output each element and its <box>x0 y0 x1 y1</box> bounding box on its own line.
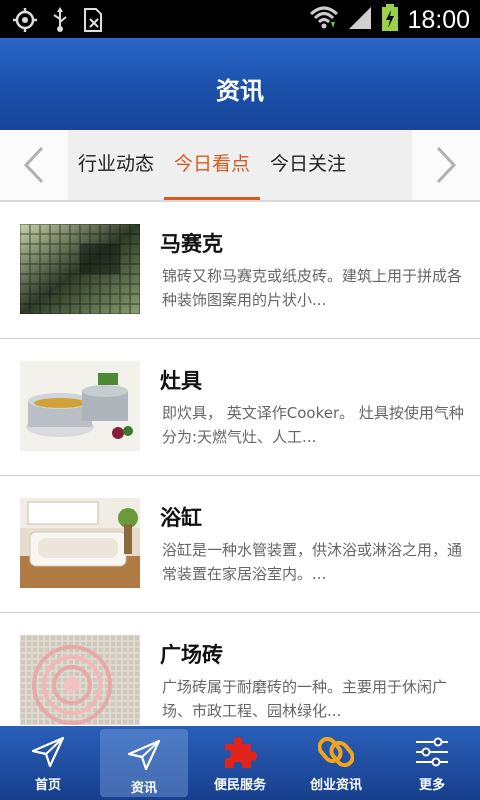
sliders-icon <box>416 737 448 767</box>
title-bar: 资讯 <box>0 38 480 130</box>
article-summary: 广场砖属于耐磨砖的一种。主要用于休闲广场、市政工程、园林绿化... <box>162 678 448 720</box>
puzzle-icon <box>225 737 257 768</box>
tab-strip: 行业动态 今日看点 今日关注 <box>68 130 412 200</box>
nav-label: 创业资讯 <box>309 778 362 793</box>
list-item[interactable]: 灶具 即炊具， 英文译作Cooker。 灶具按使用气种分为:天燃气灶、人工... <box>0 339 480 476</box>
article-summary: 锦砖又称马赛克或纸皮砖。建筑上用于拼成各种装饰图案用的片状小... <box>162 267 463 309</box>
plaza-tile-thumbnail <box>20 635 140 725</box>
mosaic-thumbnail <box>20 224 140 314</box>
signal-icon <box>347 5 373 35</box>
no-sim-icon <box>82 7 104 37</box>
tab-scroll-left-button[interactable] <box>0 130 68 200</box>
chevron-right-icon <box>436 146 457 184</box>
tab-scroll-right-button[interactable] <box>412 130 480 200</box>
category-tab-bar: 行业动态 今日看点 今日关注 <box>0 130 480 202</box>
nav-services[interactable]: 便民服务 <box>192 726 288 800</box>
nav-startup-news[interactable]: 创业资讯 <box>288 726 384 800</box>
article-title: 广场砖 <box>160 643 223 667</box>
article-title: 灶具 <box>160 369 202 393</box>
gps-icon <box>12 7 38 37</box>
battery-charging-icon <box>381 4 399 36</box>
paper-plane-icon <box>127 739 161 771</box>
tab-today-focus[interactable]: 今日关注 <box>260 130 356 200</box>
article-summary: 即炊具， 英文译作Cooker。 灶具按使用气种分为:天燃气灶、人工... <box>162 404 464 446</box>
tab-today-highlights[interactable]: 今日看点 <box>164 130 261 200</box>
chain-link-icon <box>318 736 354 768</box>
nav-label: 首页 <box>34 778 61 793</box>
nav-label: 资讯 <box>130 781 157 796</box>
nav-home[interactable]: 首页 <box>0 726 96 800</box>
chevron-left-icon <box>23 146 44 184</box>
nav-label: 便民服务 <box>213 778 266 793</box>
cookware-thumbnail <box>20 361 140 451</box>
list-item[interactable]: 马赛克 锦砖又称马赛克或纸皮砖。建筑上用于拼成各种装饰图案用的片状小... <box>0 202 480 339</box>
article-summary: 浴缸是一种水管装置，供沐浴或淋浴之用，通常装置在家居浴室内。... <box>162 541 463 583</box>
page-title: 资讯 <box>216 76 264 105</box>
tab-industry-news[interactable]: 行业动态 <box>68 130 164 200</box>
list-item[interactable]: 浴缸 浴缸是一种水管装置，供沐浴或淋浴之用，通常装置在家居浴室内。... <box>0 476 480 613</box>
status-bar: 18:00 <box>0 0 480 38</box>
bathtub-thumbnail <box>20 498 140 588</box>
bottom-navigation: 首页 资讯 便民服务 创业资讯 更多 <box>0 726 480 800</box>
article-title: 马赛克 <box>160 232 223 256</box>
nav-label: 更多 <box>418 778 445 793</box>
nav-more[interactable]: 更多 <box>384 726 480 800</box>
article-list: 马赛克 锦砖又称马赛克或纸皮砖。建筑上用于拼成各种装饰图案用的片状小... 灶具… <box>0 202 480 750</box>
wifi-icon <box>309 4 339 36</box>
nav-news[interactable]: 资讯 <box>100 729 188 797</box>
clock-time: 18:00 <box>407 6 470 34</box>
paper-plane-icon <box>31 736 65 768</box>
usb-icon <box>52 7 68 37</box>
article-title: 浴缸 <box>160 506 202 530</box>
